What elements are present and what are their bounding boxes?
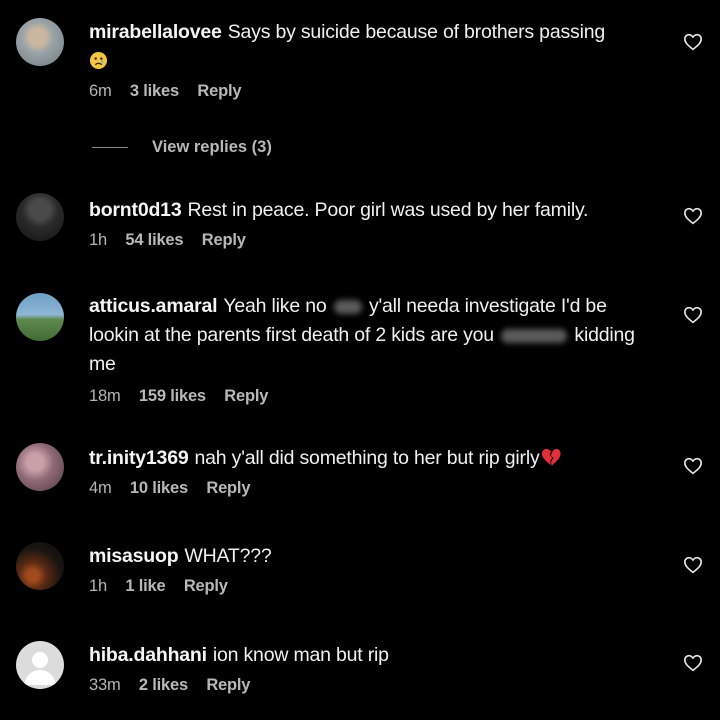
comment-username[interactable]: tr.inity1369: [89, 447, 189, 469]
comment-username[interactable]: atticus.amaral: [89, 295, 218, 317]
censored-word: [333, 299, 362, 314]
default-avatar-icon: [24, 652, 56, 685]
avatar[interactable]: [16, 443, 64, 491]
avatar[interactable]: [16, 641, 64, 689]
comment-time: 1h: [89, 577, 107, 595]
comment-username[interactable]: bornt0d13: [89, 199, 182, 221]
comment-likes[interactable]: 159 likes: [139, 387, 206, 405]
comment-likes[interactable]: 10 likes: [130, 479, 188, 497]
comment-time: 18m: [89, 387, 121, 405]
comment-time: 6m: [89, 82, 112, 100]
reply-button[interactable]: Reply: [206, 479, 250, 497]
reply-button[interactable]: Reply: [197, 82, 241, 100]
divider: [92, 147, 128, 149]
comment-time: 1h: [89, 231, 107, 249]
comment-text: mirabellalovee Says by suicide because of…: [89, 18, 649, 76]
broken-heart-emoji: [541, 448, 561, 466]
comment-message: nah y'all did something to her but rip g…: [194, 447, 540, 469]
reply-button[interactable]: Reply: [224, 387, 268, 405]
reply-button[interactable]: Reply: [184, 577, 228, 595]
comment-text: atticus.amaral Yeah like no y'all needa i…: [89, 292, 649, 379]
comment-likes[interactable]: 3 likes: [130, 82, 179, 100]
comment-meta: 33m 2 likes Reply: [89, 676, 649, 695]
comment-username[interactable]: mirabellalovee: [89, 21, 222, 43]
heart-outline-icon[interactable]: [683, 207, 703, 225]
comment-message: ion know man but rip: [212, 644, 389, 666]
heart-outline-icon[interactable]: [683, 654, 703, 672]
reply-button[interactable]: Reply: [202, 231, 246, 249]
comment-message: WHAT???: [184, 545, 272, 567]
view-replies-button[interactable]: View replies (3): [92, 138, 272, 157]
avatar[interactable]: [16, 542, 64, 590]
comment-message: Yeah like no: [223, 295, 327, 317]
comment-likes[interactable]: 1 like: [125, 577, 165, 595]
heart-outline-icon[interactable]: [683, 457, 703, 475]
comment-username[interactable]: hiba.dahhani: [89, 644, 207, 666]
comment-meta: 18m 159 likes Reply: [89, 387, 649, 406]
comment-likes[interactable]: 2 likes: [139, 676, 188, 694]
avatar[interactable]: [16, 193, 64, 241]
comment-time: 33m: [89, 676, 121, 694]
comment-text: tr.inity1369 nah y'all did something to h…: [89, 444, 649, 473]
avatar[interactable]: [16, 18, 64, 66]
view-replies-label: View replies (3): [152, 138, 272, 156]
comment-text: hiba.dahhani ion know man but rip: [89, 641, 649, 670]
comment-meta: 1h 1 like Reply: [89, 577, 649, 596]
heart-outline-icon[interactable]: [683, 306, 703, 324]
comment-time: 4m: [89, 479, 112, 497]
comment-meta: 4m 10 likes Reply: [89, 479, 649, 498]
avatar[interactable]: [16, 293, 64, 341]
comment-message: Says by suicide because of brothers pass…: [227, 21, 605, 43]
heart-outline-icon[interactable]: [683, 33, 703, 51]
comment-likes[interactable]: 54 likes: [125, 231, 183, 249]
comment-message: Rest in peace. Poor girl was used by her…: [187, 199, 589, 221]
comment-text: bornt0d13 Rest in peace. Poor girl was us…: [89, 196, 649, 225]
sad-face-emoji: [89, 51, 108, 70]
heart-outline-icon[interactable]: [683, 556, 703, 574]
censored-word: [501, 328, 568, 343]
comment-username[interactable]: misasuop: [89, 545, 179, 567]
reply-button[interactable]: Reply: [206, 676, 250, 694]
comment-meta: 6m 3 likes Reply: [89, 82, 649, 101]
comment-text: misasuop WHAT???: [89, 542, 649, 571]
comment-meta: 1h 54 likes Reply: [89, 231, 649, 250]
